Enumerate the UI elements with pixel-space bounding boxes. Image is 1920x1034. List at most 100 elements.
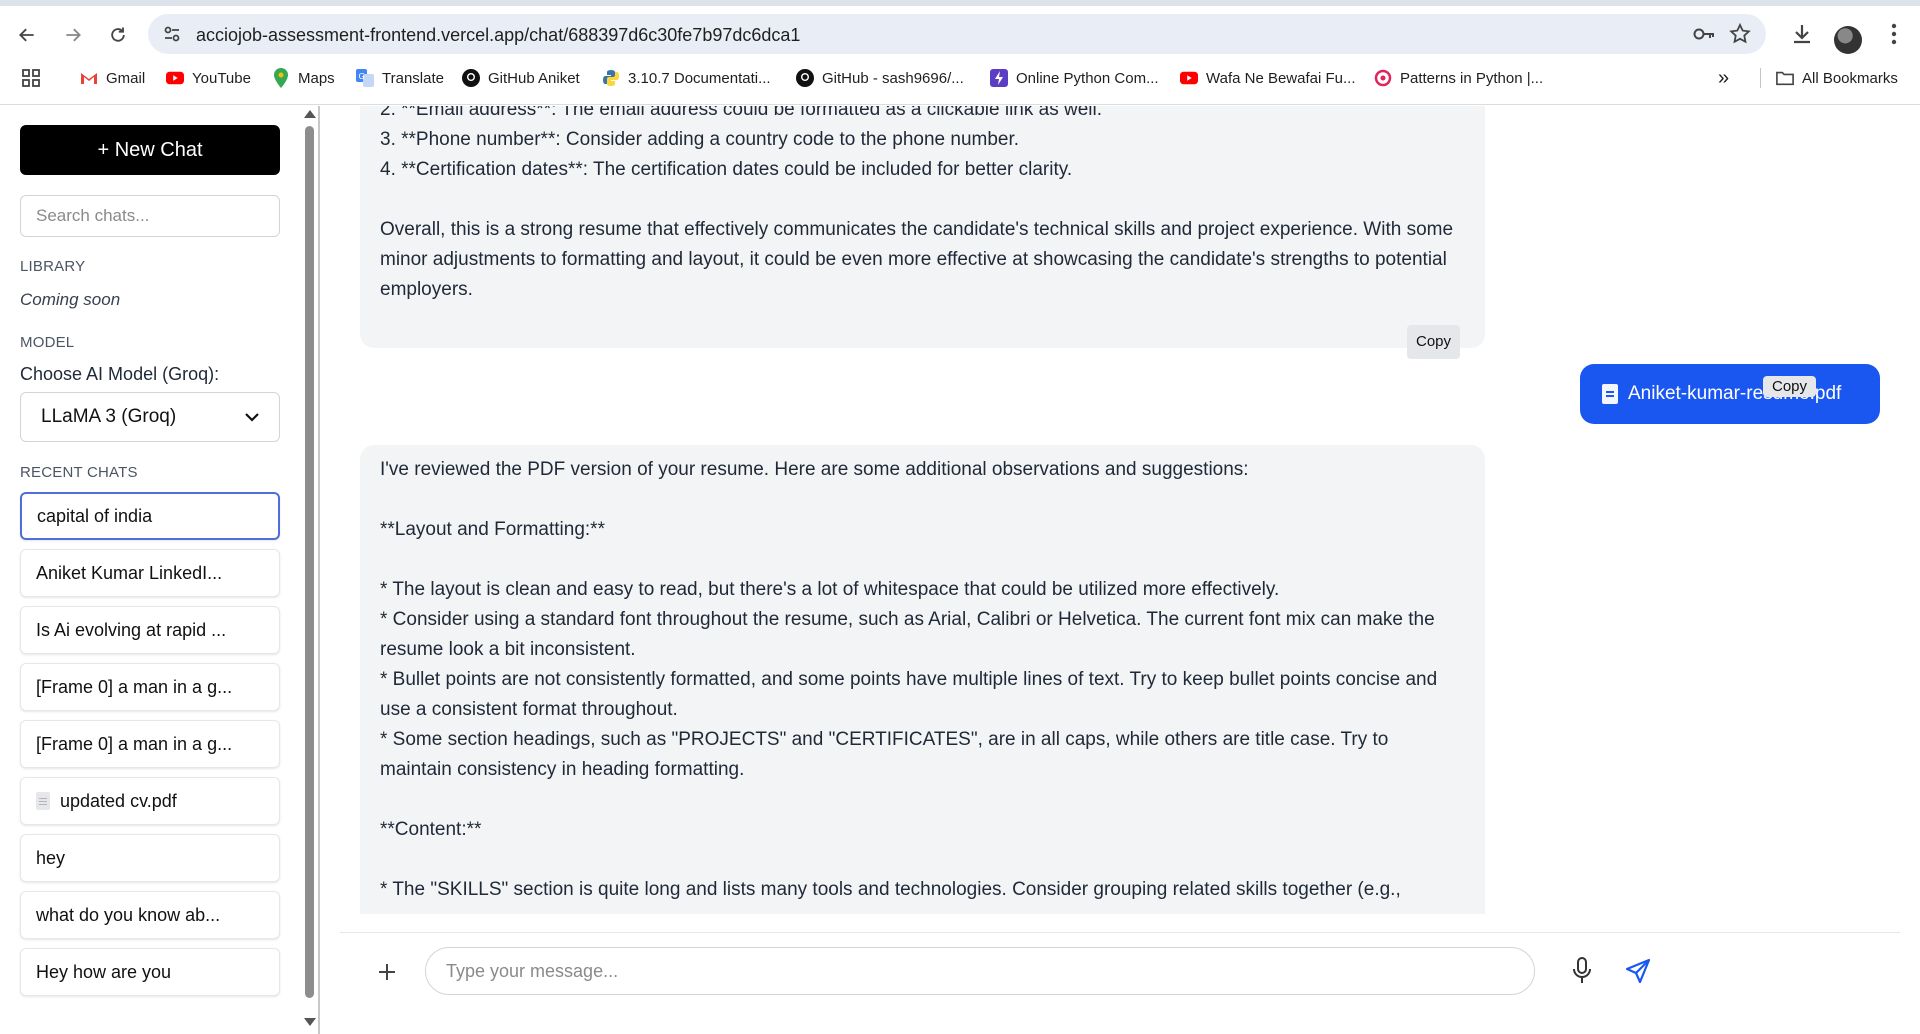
browser-chrome: acciojob-assessment-frontend.vercel.app/… [0, 0, 1920, 105]
youtube-icon [1180, 69, 1198, 87]
folder-icon [1776, 69, 1794, 87]
document-icon [1602, 384, 1618, 404]
copy-button[interactable]: Copy [1407, 325, 1461, 359]
bookmark-python-docs[interactable]: 3.10.7 Documentati... [602, 66, 771, 90]
voice-input-button[interactable] [1567, 955, 1597, 987]
sidebar-scrollbar[interactable] [300, 106, 318, 1034]
python-icon [602, 69, 620, 87]
assistant-message: I've reviewed the PDF version of your re… [360, 445, 1485, 914]
bookmark-github-sash[interactable]: GitHub - sash9696/... [796, 66, 964, 90]
translate-icon: G [356, 69, 374, 87]
bookmark-translate[interactable]: G Translate [356, 66, 444, 90]
bookmark-gmail[interactable]: Gmail [80, 66, 145, 90]
model-selected-value: LLaMA 3 (Groq) [41, 406, 177, 427]
recent-chat-item[interactable]: hey [20, 834, 280, 882]
recent-chat-item[interactable]: Aniket Kumar LinkedI... [20, 549, 280, 597]
recent-chat-item[interactable]: [Frame 0] a man in a g... [20, 663, 280, 711]
maps-icon [272, 68, 290, 88]
message-list: 2. **Email address**: The email address … [340, 106, 1900, 914]
bookmarks-overflow-button[interactable]: » [1718, 66, 1729, 90]
recent-chat-item[interactable]: Is Ai evolving at rapid ... [20, 606, 280, 654]
model-select-label: Choose AI Model (Groq): [20, 364, 220, 384]
bookmark-github-aniket[interactable]: GitHub Aniket [462, 66, 580, 90]
download-icon [1794, 25, 1810, 44]
url-text[interactable]: acciojob-assessment-frontend.vercel.app/… [196, 25, 800, 46]
address-row: acciojob-assessment-frontend.vercel.app/… [0, 6, 1920, 60]
github-icon [462, 69, 480, 87]
bookmarks-divider [1760, 68, 1761, 88]
bookmark-label: GitHub - sash9696/... [822, 69, 964, 87]
address-bar[interactable]: acciojob-assessment-frontend.vercel.app/… [148, 14, 1766, 54]
bookmark-online-python[interactable]: Online Python Com... [990, 66, 1159, 90]
bookmark-maps[interactable]: Maps [272, 66, 335, 90]
youtube-icon [166, 69, 184, 87]
assistant-message-text: I've reviewed the PDF version of your re… [380, 459, 1438, 900]
reload-button[interactable] [101, 18, 135, 52]
all-bookmarks-button[interactable]: All Bookmarks [1776, 66, 1898, 90]
chat-title: capital of india [37, 505, 153, 526]
model-heading: MODEL [20, 334, 75, 351]
message-input[interactable] [425, 947, 1535, 995]
bookmark-label: GitHub Aniket [488, 69, 580, 87]
star-icon[interactable] [1728, 22, 1752, 46]
profile-avatar[interactable] [1834, 26, 1862, 54]
download-button[interactable] [1788, 20, 1816, 48]
bookmark-label: YouTube [192, 69, 251, 87]
recent-chat-item[interactable]: updated cv.pdf [20, 777, 280, 825]
bookmark-wafa[interactable]: Wafa Ne Bewafai Fu... [1180, 66, 1356, 90]
chat-title: [Frame 0] a man in a g... [36, 733, 233, 754]
search-chats-input[interactable] [20, 195, 280, 237]
bookmark-label: Gmail [106, 69, 146, 87]
recent-chat-item[interactable]: capital of india [20, 492, 280, 540]
bookmark-label: Translate [382, 69, 444, 87]
microphone-icon [1573, 957, 1591, 983]
menu-button[interactable] [1880, 20, 1908, 48]
scroll-up-icon[interactable] [304, 110, 316, 118]
svg-text:G: G [359, 72, 365, 81]
recent-chat-item[interactable]: Hey how are you [20, 948, 280, 996]
bookmark-patterns[interactable]: Patterns in Python |... [1374, 66, 1543, 90]
bookmark-label: 3.10.7 Documentati... [628, 69, 771, 87]
chat-title: updated cv.pdf [60, 790, 177, 811]
recent-chat-item[interactable]: [Frame 0] a man in a g... [20, 720, 280, 768]
github-icon [796, 69, 814, 87]
user-file-message[interactable]: Aniket-kumar-resume.pdf [1580, 364, 1880, 424]
chat-title: hey [36, 847, 66, 868]
bookmark-label: Maps [298, 69, 335, 87]
chat-main: 2. **Email address**: The email address … [322, 106, 1920, 1034]
chevron-double-right-icon: » [1718, 66, 1730, 89]
bookmark-youtube[interactable]: YouTube [166, 66, 251, 90]
model-select[interactable]: LLaMA 3 (Groq) [20, 392, 280, 442]
send-button[interactable] [1622, 955, 1654, 987]
arrow-right-icon [66, 28, 81, 42]
chat-title: Aniket Kumar LinkedI... [36, 562, 223, 583]
bookmark-label: Wafa Ne Bewafai Fu... [1206, 69, 1356, 87]
message-composer [340, 932, 1900, 1020]
new-chat-button[interactable]: + New Chat [20, 125, 280, 175]
site-settings-icon[interactable] [162, 24, 182, 44]
password-key-icon[interactable] [1692, 23, 1716, 45]
chat-title: what do you know ab... [36, 904, 221, 925]
recent-chats-heading: RECENT CHATS [20, 464, 138, 481]
bolt-icon [990, 69, 1008, 87]
sidebar-content: + New Chat LIBRARY Coming soon MODEL Cho… [0, 106, 298, 1034]
patterns-icon [1374, 69, 1392, 87]
recent-chat-item[interactable]: what do you know ab... [20, 891, 280, 939]
library-heading: LIBRARY [20, 258, 86, 275]
assistant-message-text: 2. **Email address**: The email address … [380, 106, 1454, 300]
more-vert-icon [1891, 23, 1897, 45]
scroll-down-icon[interactable] [304, 1018, 316, 1026]
chevron-down-icon [245, 413, 259, 422]
bookmark-label: Online Python Com... [1016, 69, 1159, 87]
attach-button[interactable] [372, 957, 402, 987]
assistant-message: 2. **Email address**: The email address … [360, 106, 1485, 359]
sidebar: + New Chat LIBRARY Coming soon MODEL Cho… [0, 106, 320, 1034]
sidebar-scroll-thumb[interactable] [305, 126, 314, 998]
apps-button[interactable] [22, 66, 40, 90]
forward-button[interactable] [56, 18, 90, 52]
file-icon [36, 792, 50, 810]
bookmark-label: Patterns in Python |... [1400, 69, 1544, 87]
copy-button[interactable]: Copy [1763, 376, 1817, 397]
back-button[interactable] [10, 18, 44, 52]
send-icon [1625, 958, 1651, 984]
